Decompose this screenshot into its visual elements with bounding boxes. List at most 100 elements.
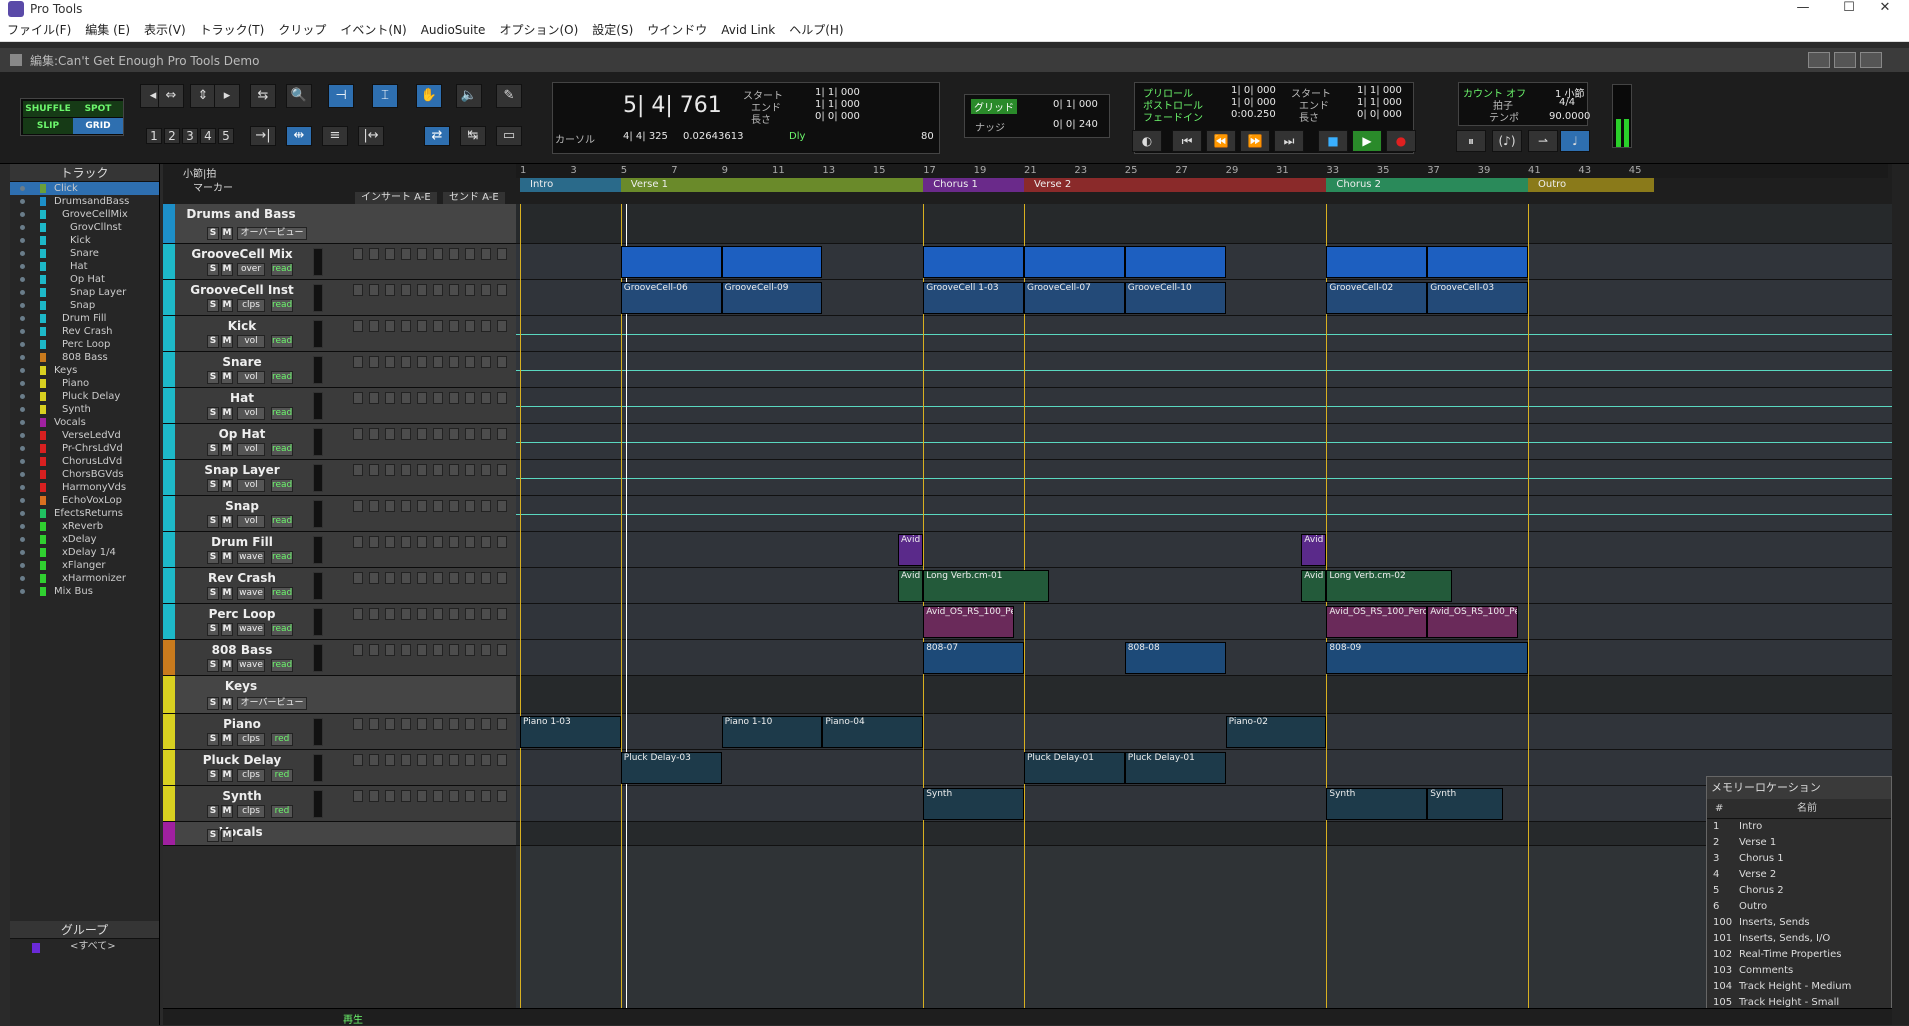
automation-mode-selector[interactable]: read xyxy=(271,443,293,456)
zoom-in-icon[interactable]: ▸ xyxy=(214,84,240,108)
grid-value[interactable]: 0| 1| 000 xyxy=(1053,99,1098,110)
insert-slot[interactable] xyxy=(401,320,411,332)
insert-slot[interactable] xyxy=(385,644,395,656)
insert-slot[interactable] xyxy=(433,392,443,404)
solo-button[interactable]: S xyxy=(207,587,219,600)
track-list-item[interactable]: Pr-ChrsLdVd xyxy=(10,442,159,455)
show-hide-dot-icon[interactable] xyxy=(20,589,25,594)
insert-slot[interactable] xyxy=(369,644,379,656)
show-hide-dot-icon[interactable] xyxy=(20,446,25,451)
zoom-preset-5[interactable]: 5 xyxy=(218,128,234,144)
insert-slot[interactable] xyxy=(449,392,459,404)
mute-button[interactable]: M xyxy=(221,769,233,782)
insert-slot[interactable] xyxy=(497,284,507,296)
metronome-icon[interactable]: ♩ xyxy=(1560,130,1590,152)
track-list-item[interactable]: Hat xyxy=(10,260,159,273)
track-view-selector[interactable]: wave xyxy=(237,623,265,636)
menu-item-9[interactable]: ウインドウ xyxy=(640,21,714,38)
insert-slot[interactable] xyxy=(449,572,459,584)
zoomer-tool-icon[interactable]: 🔍 xyxy=(286,84,312,108)
track-color-bar[interactable] xyxy=(163,750,175,785)
mute-button[interactable]: M xyxy=(221,443,233,456)
mix-overview-clip[interactable] xyxy=(620,246,722,278)
insert-slot[interactable] xyxy=(465,284,475,296)
track-lane[interactable] xyxy=(516,532,1892,568)
insert-slot[interactable] xyxy=(465,500,475,512)
insert-slot[interactable] xyxy=(417,428,427,440)
clip[interactable]: Piano-02 xyxy=(1225,716,1327,748)
insert-slot[interactable] xyxy=(353,428,363,440)
show-hide-dot-icon[interactable] xyxy=(20,212,25,217)
track-name[interactable]: Perc Loop xyxy=(187,607,297,621)
insert-slot[interactable] xyxy=(433,356,443,368)
markers-ruler-label[interactable]: マーカー xyxy=(193,179,233,194)
solo-button[interactable]: S xyxy=(207,407,219,420)
volume-automation-line[interactable] xyxy=(516,406,1892,407)
track-view-selector[interactable]: vol xyxy=(237,371,265,384)
insert-slot[interactable] xyxy=(385,284,395,296)
mix-overview-clip[interactable] xyxy=(923,246,1024,278)
insert-slot[interactable] xyxy=(481,754,491,766)
insert-slot[interactable] xyxy=(417,500,427,512)
memory-location-row[interactable]: 2 Verse 1 xyxy=(1707,835,1891,851)
automation-mode-selector[interactable]: read xyxy=(271,407,293,420)
automation-mode-selector[interactable]: read xyxy=(271,587,293,600)
insert-slot[interactable] xyxy=(433,572,443,584)
menu-item-3[interactable]: トラック(T) xyxy=(193,21,272,38)
show-hide-dot-icon[interactable] xyxy=(20,563,25,568)
insert-slot[interactable] xyxy=(497,428,507,440)
insert-slot[interactable] xyxy=(353,284,363,296)
insert-slot[interactable] xyxy=(401,464,411,476)
insert-slot[interactable] xyxy=(449,754,459,766)
track-header[interactable]: Drums and Bass S M オーバービュー xyxy=(163,204,516,244)
mute-button[interactable]: M xyxy=(221,299,233,312)
clip[interactable]: Synth xyxy=(923,788,1024,820)
rewind-icon[interactable]: ⏪ xyxy=(1206,130,1236,152)
insert-slot[interactable] xyxy=(369,536,379,548)
track-lane[interactable] xyxy=(516,204,1892,244)
insert-slot[interactable] xyxy=(497,718,507,730)
insert-slot[interactable] xyxy=(481,718,491,730)
solo-button[interactable]: S xyxy=(207,829,219,842)
insert-slot[interactable] xyxy=(353,320,363,332)
insert-slot[interactable] xyxy=(449,644,459,656)
grid-view-icon[interactable]: ▭ xyxy=(496,126,522,146)
insert-slot[interactable] xyxy=(369,356,379,368)
track-color-bar[interactable] xyxy=(163,532,175,567)
mix-overview-clip[interactable] xyxy=(1326,246,1428,278)
track-color-bar[interactable] xyxy=(163,280,175,315)
track-view-selector[interactable]: vol xyxy=(237,443,265,456)
memory-location-row[interactable]: 3 Chorus 1 xyxy=(1707,851,1891,867)
clip[interactable]: 808-08 xyxy=(1124,642,1226,674)
mute-button[interactable]: M xyxy=(221,733,233,746)
insert-slot[interactable] xyxy=(401,428,411,440)
insert-slot[interactable] xyxy=(417,392,427,404)
track-header[interactable]: 808 Bass S Mwave read xyxy=(163,640,516,676)
insert-slot[interactable] xyxy=(417,572,427,584)
track-lane[interactable] xyxy=(516,352,1892,388)
nudge-value[interactable]: 0| 0| 240 xyxy=(1053,119,1098,130)
playhead-cursor[interactable] xyxy=(625,204,627,1024)
clip[interactable]: 808-07 xyxy=(923,642,1024,674)
automation-mode-selector[interactable]: red xyxy=(271,769,293,782)
track-list-item[interactable]: Synth xyxy=(10,403,159,416)
menu-item-7[interactable]: オプション(O) xyxy=(492,21,585,38)
insert-slot[interactable] xyxy=(497,754,507,766)
volume-automation-line[interactable] xyxy=(516,370,1892,371)
solo-button[interactable]: S xyxy=(207,371,219,384)
main-counter-value[interactable]: 5| 4| 761 xyxy=(623,93,722,118)
insert-slot[interactable] xyxy=(385,392,395,404)
insert-slot[interactable] xyxy=(353,608,363,620)
link-timeline-icon[interactable]: ⇹ xyxy=(286,126,312,146)
link-track-edit-icon[interactable]: ≡ xyxy=(322,126,348,146)
clip[interactable]: Avid xyxy=(1301,570,1327,602)
track-list-item[interactable]: HarmonyVds xyxy=(10,481,159,494)
show-hide-dot-icon[interactable] xyxy=(20,329,25,334)
solo-button[interactable]: S xyxy=(207,769,219,782)
insert-slot[interactable] xyxy=(481,248,491,260)
track-view-selector[interactable]: vol xyxy=(237,407,265,420)
solo-button[interactable]: S xyxy=(207,515,219,528)
track-list-item[interactable]: EchoVoxLop xyxy=(10,494,159,507)
marker-outro[interactable]: Outro xyxy=(1528,178,1654,192)
insert-slot[interactable] xyxy=(369,790,379,802)
